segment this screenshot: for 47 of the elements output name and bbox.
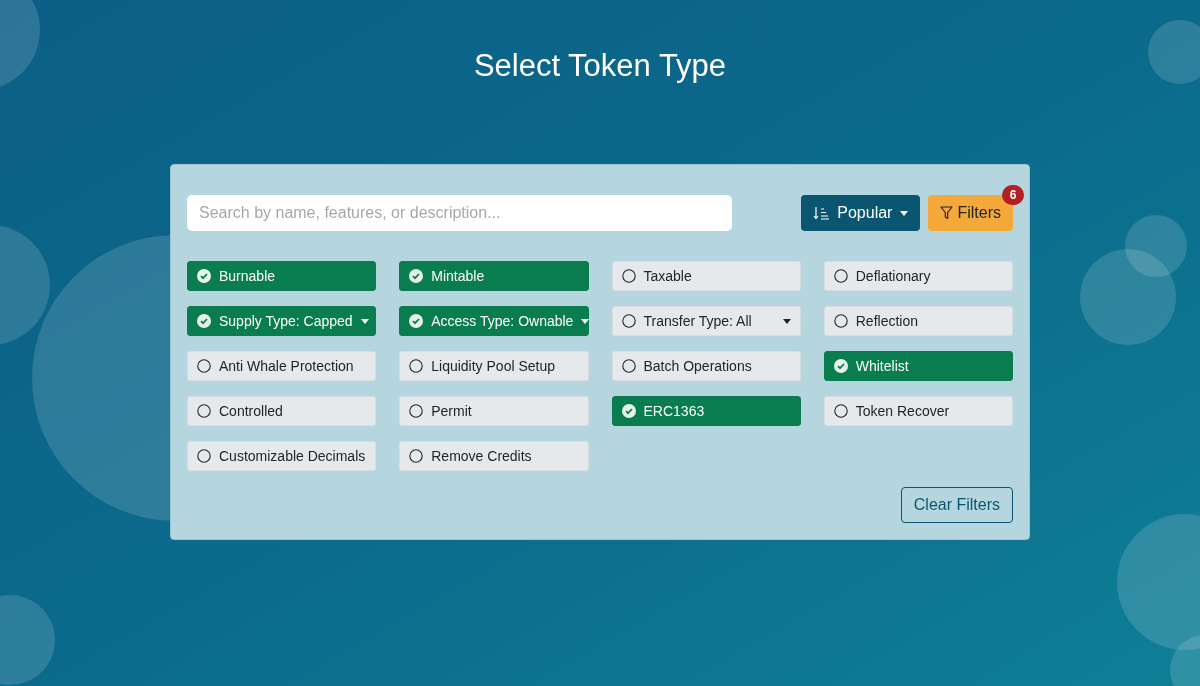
option-toggle[interactable]: Whitelist [823,351,1013,381]
option-toggle[interactable]: Deflationary [823,261,1013,291]
search-field[interactable]: Search by name, features, or description... [187,195,732,231]
page-title: Select Token Type [473,47,727,85]
option-toggle[interactable]: Liquidity Pool Setup [399,351,589,381]
option-toggle[interactable]: Permit [399,396,589,426]
radio-circle-icon [409,404,424,418]
caret-icon [900,210,909,216]
sort-button[interactable]: Popular [801,195,921,231]
radio-circle-icon [621,359,636,373]
option-toggle[interactable]: Reflection [823,306,1013,336]
radio-circle-icon [833,314,848,328]
radio-circle-icon [621,269,636,283]
option-toggle[interactable]: Anti Whale Protection [187,351,377,381]
radio-circle-icon [197,449,211,463]
radio-circle-icon [833,404,848,418]
radio-circle-icon [197,359,211,373]
caret-icon [782,318,791,324]
option-dropdown[interactable]: Transfer Type: All [611,306,801,336]
sort-icon [813,206,830,220]
count-badge: 6 [1002,185,1024,205]
option-toggle[interactable]: Burnable [187,261,377,291]
radio-circle-icon [197,404,211,418]
caret-icon [581,318,590,324]
radio-circle-icon [621,314,636,328]
check-circle-icon [833,359,848,373]
caret-icon [360,318,369,324]
radio-circle-icon [409,449,424,463]
option-toggle[interactable]: ERC1363 [611,396,801,426]
radio-circle-icon [409,359,424,373]
option-toggle[interactable]: Controlled [187,396,377,426]
option-toggle[interactable]: Mintable [399,261,589,291]
option-toggle[interactable]: Taxable [611,261,801,291]
option-dropdown[interactable]: Supply Type: Capped [187,306,377,336]
option-toggle[interactable]: Token Recover [823,396,1013,426]
check-circle-icon [197,314,211,328]
option-toggle[interactable]: Customizable Decimals [187,441,377,471]
option-dropdown[interactable]: Access Type: Ownable [399,306,589,336]
radio-circle-icon [833,269,848,283]
option-toggle[interactable]: Remove Credits [399,441,589,471]
check-circle-icon [409,269,424,283]
check-circle-icon [621,404,636,418]
check-circle-icon [409,314,424,328]
option-toggle[interactable]: Batch Operations [611,351,801,381]
clear-filters-button[interactable]: Clear Filters [900,487,1013,523]
filter-icon [940,206,954,220]
check-circle-icon [197,269,211,283]
